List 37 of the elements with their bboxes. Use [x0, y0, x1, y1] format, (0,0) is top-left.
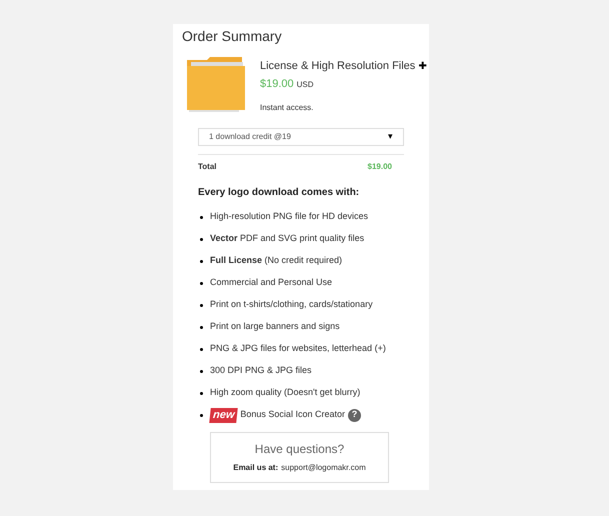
feature-text: Full License (No credit required)	[210, 254, 342, 268]
total-label: Total	[198, 161, 217, 173]
bullet-icon	[200, 348, 203, 350]
bullet-icon	[200, 370, 203, 372]
feature-text: Print on large banners and signs	[210, 320, 340, 334]
access-note: Instant access.	[260, 102, 314, 114]
bullet-icon	[200, 414, 203, 416]
bullet-icon	[200, 282, 203, 284]
bullet-icon	[200, 238, 203, 240]
new-badge: new	[209, 408, 238, 422]
bullet-icon	[200, 260, 203, 262]
bullet-icon	[200, 304, 203, 306]
folder-icon	[185, 56, 247, 114]
email-link[interactable]: support@logomakr.com	[281, 462, 366, 474]
bullet-icon	[200, 216, 203, 218]
feature-text: High-resolution PNG file for HD devices	[210, 210, 368, 224]
panel-title: Order Summary	[182, 27, 283, 45]
feature-text: 300 DPI PNG & JPG files	[210, 364, 312, 378]
feature-text: Commercial and Personal Use	[210, 276, 332, 290]
feature-text: PNG & JPG files for websites, letterhead (+)	[210, 342, 386, 356]
caret-icon: ▾	[388, 130, 393, 144]
credit-select[interactable]: 1 download credit @19 ▾	[198, 128, 404, 146]
currency: USD	[296, 78, 314, 90]
feature-text: Print on t-shirts/clothing, cards/stationary	[210, 298, 373, 312]
plus-icon[interactable]: ✚	[418, 58, 426, 74]
bullet-icon	[200, 326, 203, 328]
email-label: Email us at:	[233, 462, 278, 474]
contact-heading: Have questions?	[254, 441, 344, 458]
features-heading: Every logo download comes with:	[198, 186, 360, 200]
total-amount: $19.00	[368, 161, 392, 173]
bullet-icon	[200, 392, 203, 394]
feature-text: High zoom quality (Doesn't get blurry)	[210, 386, 360, 400]
product-name: License & High Resolution Files	[260, 59, 416, 74]
feature-text: Bonus Social Icon Creator	[240, 408, 345, 422]
help-icon[interactable]: ?	[348, 408, 361, 422]
feature-text: Vector PDF and SVG print quality files	[210, 232, 364, 246]
product-price: $19.00	[260, 76, 294, 92]
